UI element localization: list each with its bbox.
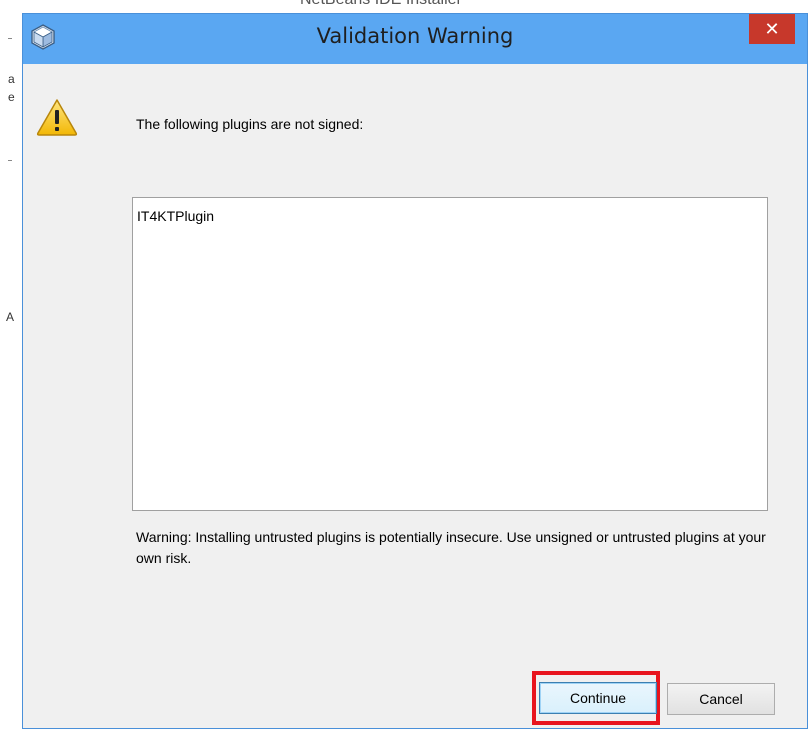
background-divider bbox=[8, 38, 12, 39]
list-item[interactable]: IT4KTPlugin bbox=[137, 208, 214, 224]
unsigned-plugins-list[interactable]: IT4KTPlugin bbox=[132, 197, 768, 511]
warning-triangle-icon bbox=[36, 99, 78, 136]
close-button[interactable]: ✕ bbox=[749, 14, 795, 44]
security-disclaimer: Warning: Installing untrusted plugins is… bbox=[136, 529, 766, 566]
dialog-content: The following plugins are not signed: IT… bbox=[23, 64, 807, 728]
validation-warning-dialog: Validation Warning ✕ The following plugi… bbox=[22, 13, 808, 729]
background-fragment: A bbox=[6, 310, 15, 324]
background-window-title: NetBeans IDE Installer bbox=[300, 0, 462, 14]
dialog-titlebar[interactable]: Validation Warning ✕ bbox=[23, 14, 807, 64]
warning-message: The following plugins are not signed: bbox=[136, 116, 364, 132]
background-divider bbox=[8, 160, 12, 161]
continue-button-label: Continue bbox=[569, 690, 627, 706]
background-fragment: e bbox=[8, 90, 15, 104]
continue-button[interactable]: Continue bbox=[539, 682, 657, 714]
dialog-title: Validation Warning bbox=[316, 24, 514, 48]
cancel-button-label: Cancel bbox=[699, 691, 743, 707]
background-fragment: a bbox=[8, 72, 15, 86]
close-icon: ✕ bbox=[764, 18, 780, 40]
cancel-button[interactable]: Cancel bbox=[667, 683, 775, 715]
